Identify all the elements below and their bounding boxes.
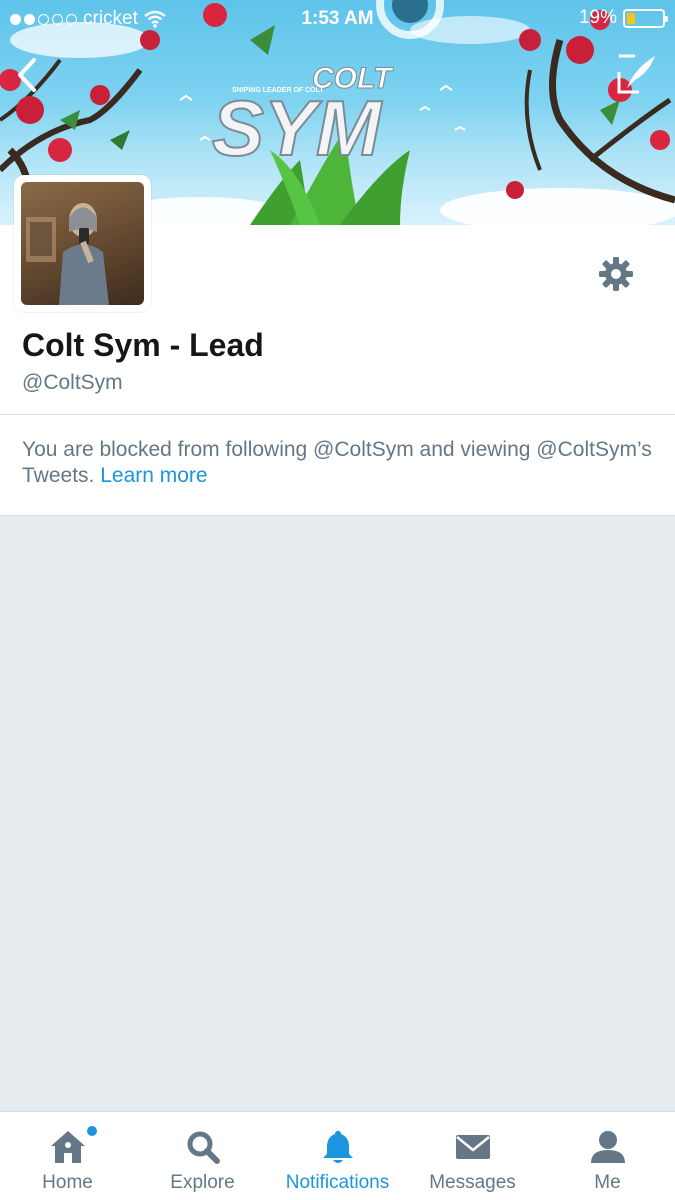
bell-icon [322, 1131, 353, 1163]
avatar-photo [21, 182, 144, 305]
blocked-notice: You are blocked from following @ColtSym … [0, 415, 675, 516]
home-icon [50, 1131, 85, 1163]
bottom-tab-bar: Home Explore Notifications Messages Me [0, 1111, 675, 1200]
compose-quill-icon [617, 54, 655, 94]
tab-notifications[interactable]: Notifications [270, 1112, 405, 1200]
settings-button[interactable] [597, 255, 635, 293]
status-bar: cricket 1:53 AM 19% [0, 0, 675, 38]
banner-title-large: SYM [212, 84, 383, 172]
back-button[interactable] [8, 52, 48, 98]
profile-handle: @ColtSym [22, 371, 123, 394]
chevron-left-icon [18, 58, 36, 92]
tab-messages-label: Messages [429, 1172, 516, 1193]
tab-home[interactable]: Home [0, 1112, 135, 1200]
battery-status: 19% [578, 7, 668, 29]
tab-home-label: Home [42, 1172, 93, 1193]
battery-icon [623, 8, 668, 28]
person-icon [590, 1131, 625, 1163]
profile-display-name: Colt Sym - Lead [22, 327, 264, 363]
profile-avatar[interactable] [14, 175, 151, 312]
compose-tweet-button[interactable] [615, 52, 659, 96]
gear-icon [599, 257, 633, 291]
tab-me-label: Me [594, 1172, 621, 1193]
search-icon [187, 1131, 220, 1164]
tab-explore[interactable]: Explore [135, 1112, 270, 1200]
tab-notifications-label: Notifications [285, 1172, 390, 1193]
home-new-badge [87, 1126, 97, 1136]
clock: 1:53 AM [301, 8, 374, 29]
battery-percent: 19% [578, 7, 617, 28]
tab-explore-label: Explore [170, 1172, 235, 1193]
tab-messages[interactable]: Messages [405, 1112, 540, 1200]
tab-me[interactable]: Me [540, 1112, 675, 1200]
envelope-icon [455, 1135, 490, 1159]
learn-more-link[interactable]: Learn more [100, 464, 207, 487]
